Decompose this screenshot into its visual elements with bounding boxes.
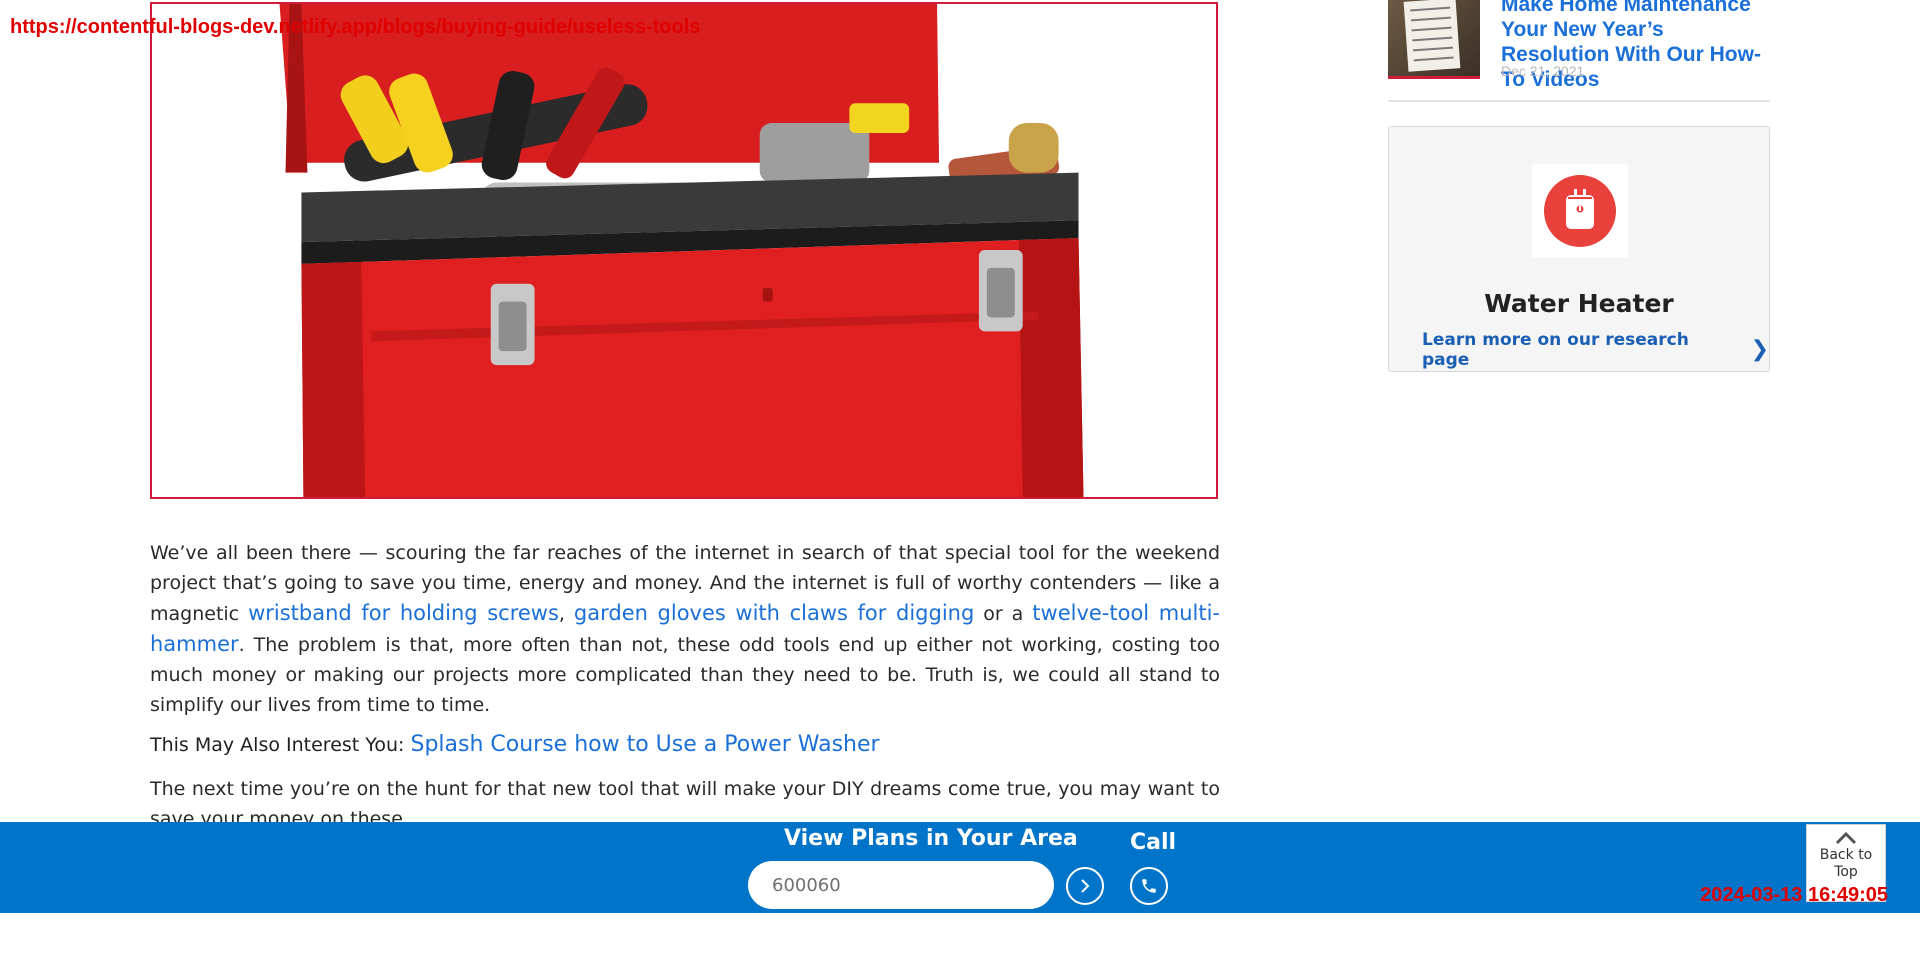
research-widget: Water Heater Learn more on our research … [1388, 126, 1770, 372]
url-overlay: https://contentful-blogs-dev.netlify.app… [10, 16, 701, 38]
call-button[interactable] [1130, 867, 1168, 905]
view-plans-title: View Plans in Your Area [784, 826, 1078, 851]
toolbox-image [152, 4, 1216, 497]
water-heater-icon [1532, 164, 1628, 258]
timestamp-overlay: 2024-03-13 16:49:05 [1700, 884, 1888, 906]
article-paragraph-1: We’ve all been there — scouring the far … [150, 542, 1220, 716]
chevron-up-icon [1835, 831, 1857, 845]
zip-code-input[interactable] [748, 861, 1054, 909]
chevron-right-icon [1081, 879, 1090, 893]
link-garden-gloves[interactable]: garden gloves with claws for digging [574, 601, 974, 625]
view-plans-bar: View Plans in Your Area Call [0, 822, 1920, 913]
phone-icon [1142, 879, 1156, 893]
article-body: We’ve all been there — scouring the far … [150, 538, 1220, 844]
chevron-right-icon: ❯ [1750, 336, 1769, 362]
related-article-link[interactable]: Splash Course how to Use a Power Washer [410, 732, 879, 757]
back-to-top-label: Back to Top [1819, 847, 1873, 880]
related-article-label: This May Also Interest You: [150, 734, 405, 756]
zip-submit-button[interactable] [1066, 867, 1104, 905]
research-page-link[interactable]: Learn more on our research page ❯ [1422, 330, 1769, 370]
link-wristband[interactable]: wristband for holding screws [248, 601, 559, 625]
research-title: Water Heater [1484, 289, 1674, 318]
sidebar-article-thumbnail[interactable] [1388, 0, 1480, 79]
related-article: This May Also Interest You: Splash Cours… [150, 730, 1220, 760]
hero-image-toolbox [150, 2, 1218, 499]
research-link-label: Learn more on our research page [1422, 330, 1689, 370]
call-label: Call [1130, 830, 1177, 855]
sidebar-article-date: Dec 21, 2021 [1501, 63, 1585, 79]
sidebar-article-card[interactable]: Make Home Maintenance Your New Year’s Re… [1388, 0, 1770, 102]
